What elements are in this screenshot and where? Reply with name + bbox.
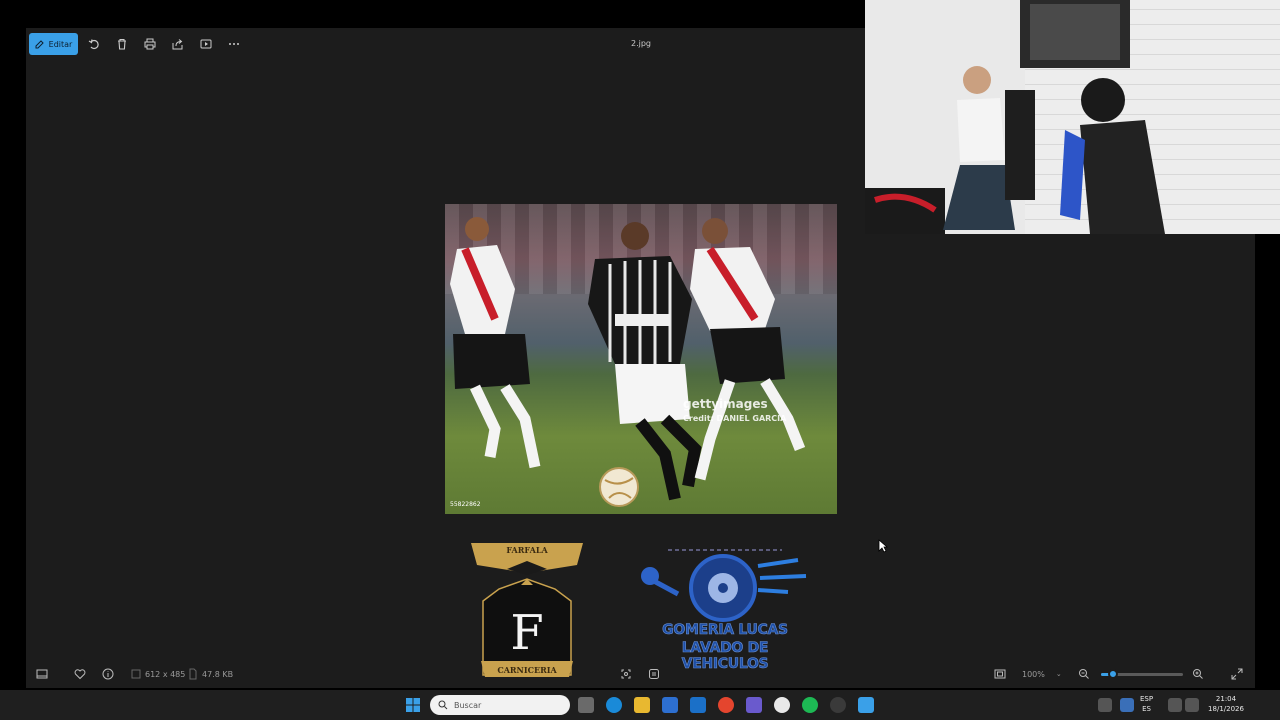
edit-button[interactable]: Editar bbox=[29, 33, 78, 55]
player-right-illustration bbox=[690, 218, 806, 481]
crop-button[interactable] bbox=[620, 667, 632, 681]
favorite-button[interactable] bbox=[74, 667, 86, 681]
mouse-cursor bbox=[878, 539, 888, 553]
crop-icon bbox=[621, 669, 631, 679]
expand-icon bbox=[1231, 668, 1243, 680]
chevron-down-icon: ⌄ bbox=[1055, 670, 1062, 678]
teams-icon[interactable] bbox=[746, 697, 762, 713]
taskbar-time: 21:04 bbox=[1215, 695, 1237, 703]
taskbar-date: 18/1/2026 bbox=[1208, 705, 1244, 713]
sync-icon[interactable] bbox=[1098, 698, 1112, 712]
chrome-icon[interactable] bbox=[718, 697, 734, 713]
language-indicator[interactable]: ESP ES bbox=[1140, 694, 1153, 714]
fullscreen-button[interactable] bbox=[1231, 667, 1243, 681]
dimensions-icon bbox=[131, 669, 141, 679]
zoom-out-icon bbox=[1079, 669, 1089, 679]
windows-taskbar: Buscar ESP ES 21:04 18/1/2026 bbox=[0, 690, 1280, 720]
dimensions-text: 612 x 485 bbox=[145, 669, 186, 679]
filmstrip-icon bbox=[36, 669, 48, 679]
logo-top-banner-text: FARFALA bbox=[506, 545, 548, 555]
info-icon bbox=[102, 668, 114, 680]
print-button[interactable] bbox=[143, 37, 157, 51]
zoom-in-button[interactable] bbox=[1192, 667, 1204, 681]
more-options-button[interactable] bbox=[227, 37, 241, 51]
football-photo: gettyimages Credit: DANIEL GARCIA 558228… bbox=[445, 204, 837, 514]
image-id: 55822862 bbox=[450, 501, 481, 508]
microphone-icon[interactable] bbox=[1120, 698, 1134, 712]
zoom-out-button[interactable] bbox=[1078, 667, 1090, 681]
file-size-icon bbox=[189, 668, 197, 680]
visual-search-icon bbox=[649, 669, 659, 679]
zoom-value: 100% bbox=[1022, 669, 1045, 679]
photos-app-icon[interactable] bbox=[858, 697, 874, 713]
search-icon bbox=[438, 700, 448, 710]
photo-credit: Credit: DANIEL GARCIA bbox=[683, 414, 787, 423]
microsoft-store-icon[interactable] bbox=[662, 697, 678, 713]
print-icon bbox=[144, 38, 156, 50]
tire-mascot-icon bbox=[641, 549, 807, 622]
taskbar-search-box[interactable]: Buscar bbox=[430, 695, 570, 715]
settings-icon[interactable] bbox=[830, 697, 846, 713]
dimensions-info: 612 x 485 bbox=[130, 667, 185, 681]
search-placeholder: Buscar bbox=[454, 700, 482, 710]
heart-icon bbox=[74, 669, 86, 680]
windows-start-icon[interactable] bbox=[405, 697, 421, 713]
delete-button[interactable] bbox=[115, 37, 129, 51]
edge-browser-icon[interactable] bbox=[606, 697, 622, 713]
fit-to-window-button[interactable] bbox=[994, 667, 1006, 681]
language-top: ESP bbox=[1140, 695, 1154, 703]
more-icon bbox=[229, 43, 239, 45]
player-left-illustration bbox=[450, 217, 541, 469]
share-button[interactable] bbox=[171, 37, 185, 51]
visual-search-button[interactable] bbox=[648, 667, 660, 681]
zoom-slider[interactable] bbox=[1101, 669, 1183, 679]
rotate-icon bbox=[88, 39, 99, 50]
clock-app-icon[interactable] bbox=[774, 697, 790, 713]
fit-window-icon bbox=[994, 669, 1006, 679]
webcam-scene-illustration bbox=[865, 0, 1165, 234]
gomeria-lucas-logo: GOMERIA LUCAS LAVADO DE VEHICULOS bbox=[638, 546, 812, 672]
slideshow-button[interactable] bbox=[199, 37, 213, 51]
webcam-overlay bbox=[865, 0, 1280, 234]
file-info-button[interactable] bbox=[102, 667, 114, 681]
zoom-select[interactable]: 100% ⌄ bbox=[1022, 667, 1062, 681]
zoom-in-icon bbox=[1193, 669, 1203, 679]
edit-button-label: Editar bbox=[48, 39, 73, 49]
logo-title-line1: GOMERIA LUCAS bbox=[662, 622, 789, 639]
bottom-bar: 612 x 485 47.8 KB 100% ⌄ bbox=[26, 658, 1255, 688]
delete-icon bbox=[118, 38, 126, 50]
rotate-button[interactable] bbox=[87, 37, 101, 51]
network-icon[interactable] bbox=[1168, 698, 1182, 712]
task-view-icon[interactable] bbox=[578, 697, 594, 713]
share-icon bbox=[172, 39, 183, 50]
file-name: 2.jpg bbox=[631, 39, 652, 48]
slideshow-icon bbox=[200, 39, 212, 49]
volume-icon[interactable] bbox=[1185, 698, 1199, 712]
file-size-text: 47.8 KB bbox=[202, 669, 234, 679]
logo-letter: F bbox=[510, 605, 543, 661]
file-size-info: 47.8 KB bbox=[187, 667, 233, 681]
outlook-icon[interactable] bbox=[690, 697, 706, 713]
zoom-slider-thumb[interactable] bbox=[1108, 669, 1119, 679]
spotify-icon[interactable] bbox=[802, 697, 818, 713]
language-bottom: ES bbox=[1142, 705, 1151, 713]
football-ball bbox=[599, 467, 639, 507]
filmstrip-button[interactable] bbox=[36, 667, 48, 681]
clock-date[interactable]: 21:04 18/1/2026 bbox=[1204, 694, 1248, 714]
edit-icon bbox=[35, 40, 44, 49]
getty-watermark: gettyimages bbox=[683, 397, 768, 411]
file-explorer-icon[interactable] bbox=[634, 697, 650, 713]
